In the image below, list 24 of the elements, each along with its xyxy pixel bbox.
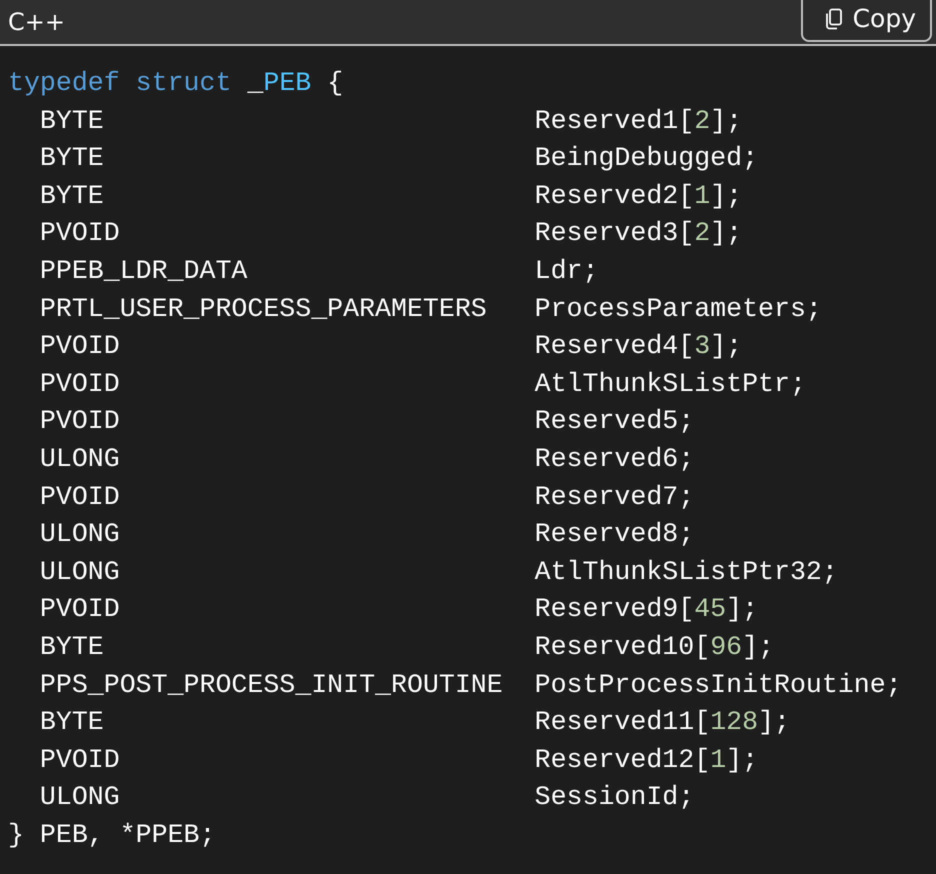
code-line: PPS_POST_PROCESS_INIT_ROUTINE PostProcessInitRoutine;	[38, 668, 902, 702]
code-line: PVOID Reserved5;	[38, 405, 694, 438]
code-line: BYTE Reserved2[1];	[38, 180, 742, 213]
code-line: ULONG AtlThunkSListPtr32;	[38, 556, 838, 589]
code-line: ULONG SessionId;	[38, 781, 694, 814]
code-line: } PEB, *PPEB;	[8, 818, 216, 852]
code-line: PVOID Reserved3[2];	[38, 217, 742, 250]
code-line: PVOID Reserved7;	[38, 480, 694, 514]
code-line: PRTL_USER_PROCESS_PARAMETERS ProcessParameters;	[38, 292, 822, 326]
code-line: ULONG Reserved8;	[38, 518, 694, 552]
code-line: BYTE Reserved1[2];	[38, 104, 742, 138]
code-line: PVOID Reserved4[3];	[38, 330, 742, 364]
code-line: BYTE Reserved11[128];	[38, 706, 790, 740]
code-line: PVOID AtlThunkSListPtr;	[38, 368, 806, 401]
code-line: typedef struct _PEB {	[8, 67, 344, 100]
copy-button[interactable]: Copy	[800, 0, 932, 42]
code-line: BYTE BeingDebugged;	[38, 142, 758, 176]
language-label: C++	[7, 10, 65, 34]
code-line: PVOID Reserved9[45];	[38, 593, 758, 626]
code-line: ULONG Reserved6;	[38, 442, 694, 476]
code-line: PPEB_LDR_DATA Ldr;	[38, 254, 598, 288]
code-line: BYTE Reserved10[96];	[38, 630, 774, 664]
code-line: PVOID Reserved12[1];	[38, 744, 758, 777]
copy-icon	[824, 8, 843, 30]
